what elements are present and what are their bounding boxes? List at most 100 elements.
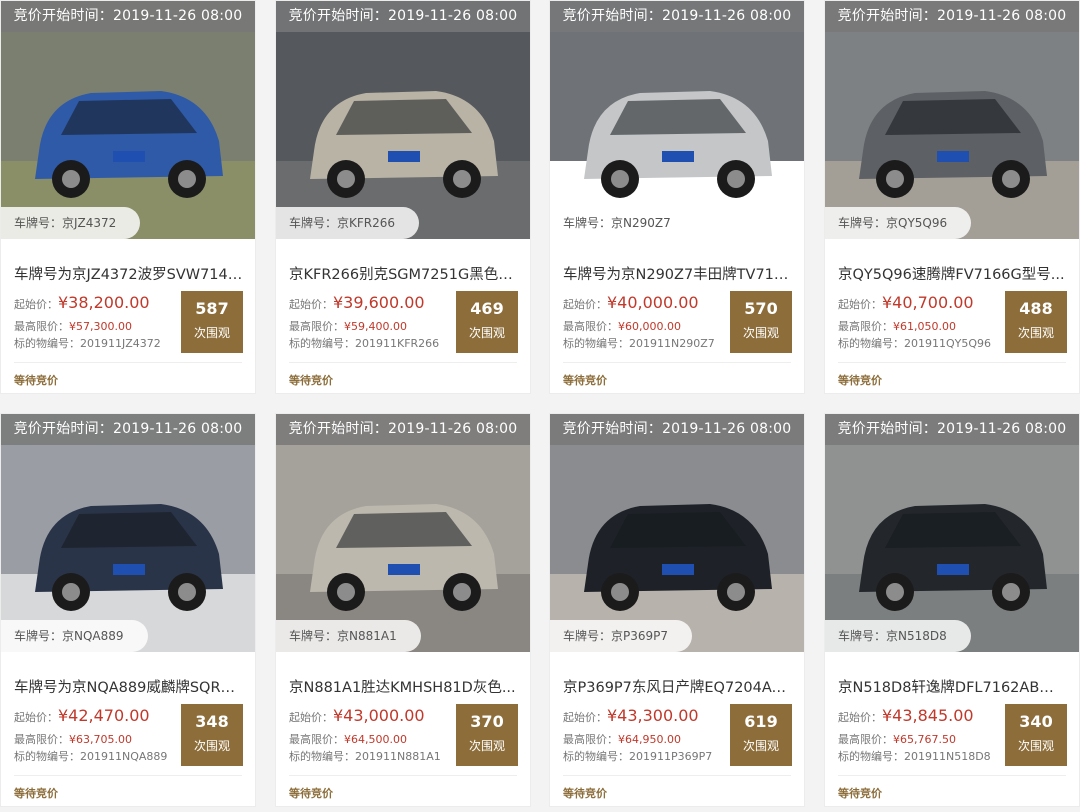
auction-card[interactable]: 竞价开始时间：2019-11-26 08:00 车牌号：京N881A1 京N88… (275, 413, 531, 807)
auction-card[interactable]: 竞价开始时间：2019-11-26 08:00 车牌号：京N290Z7 车牌号为… (549, 0, 805, 394)
view-count-badge[interactable]: 469 次围观 (456, 291, 518, 353)
max-price-line: 最高限价：¥64,950.00 (563, 731, 681, 747)
lot-number-label: 标的物编号： (14, 337, 80, 350)
view-count-badge[interactable]: 370 次围观 (456, 704, 518, 766)
max-price-line: 最高限价：¥61,050.00 (838, 318, 956, 334)
auction-status: 等待竞价 (563, 374, 607, 387)
view-count-label: 次围观 (193, 739, 230, 753)
start-price-line: 起始价：¥43,000.00 (289, 706, 425, 725)
start-price-label: 起始价： (14, 711, 58, 724)
auction-card[interactable]: 竞价开始时间：2019-11-26 08:00 车牌号：京QY5Q96 京QY5… (824, 0, 1080, 394)
start-price-value: ¥43,000.00 (333, 706, 425, 725)
divider (289, 775, 517, 776)
auction-start-time: 竞价开始时间：2019-11-26 08:00 (825, 1, 1079, 32)
view-count-label: 次围观 (742, 739, 779, 753)
car-photo[interactable] (550, 414, 804, 652)
vehicle-title[interactable]: 车牌号为京N290Z7丰田牌TV716... (563, 263, 792, 284)
auction-start-time: 竞价开始时间：2019-11-26 08:00 (550, 414, 804, 445)
max-price-line: 最高限价：¥65,767.50 (838, 731, 956, 747)
auction-card[interactable]: 竞价开始时间：2019-11-26 08:00 车牌号：京NQA889 车牌号为… (0, 413, 256, 807)
vehicle-title[interactable]: 京P369P7东风日产牌EQ7204AC... (563, 676, 792, 697)
view-count: 587 (195, 299, 229, 318)
lot-number-line: 标的物编号：201911N881A1 (289, 748, 441, 764)
max-price-line: 最高限价：¥64,500.00 (289, 731, 407, 747)
auction-card[interactable]: 竞价开始时间：2019-11-26 08:00 车牌号：京JZ4372 车牌号为… (0, 0, 256, 394)
view-count-badge[interactable]: 340 次围观 (1005, 704, 1067, 766)
auction-card[interactable]: 竞价开始时间：2019-11-26 08:00 车牌号：京KFR266 京KFR… (275, 0, 531, 394)
auction-status: 等待竞价 (14, 787, 58, 800)
auction-status: 等待竞价 (838, 787, 882, 800)
vehicle-title[interactable]: 京QY5Q96速腾牌FV7166G型号... (838, 263, 1067, 284)
lot-number-value: 201911JZ4372 (80, 337, 161, 350)
lot-number-value: 201911N518D8 (904, 750, 991, 763)
vehicle-title[interactable]: 京KFR266别克SGM7251G黑色小... (289, 263, 518, 284)
view-count-badge[interactable]: 348 次围观 (181, 704, 243, 766)
view-count: 619 (744, 712, 778, 731)
view-count: 340 (1019, 712, 1053, 731)
view-count: 370 (470, 712, 504, 731)
max-price-value: ¥57,300.00 (69, 320, 132, 333)
auction-start-time: 竞价开始时间：2019-11-26 08:00 (825, 414, 1079, 445)
view-count-label: 次围观 (1017, 739, 1054, 753)
view-count-badge[interactable]: 619 次围观 (730, 704, 792, 766)
view-count-badge[interactable]: 587 次围观 (181, 291, 243, 353)
auction-card[interactable]: 竞价开始时间：2019-11-26 08:00 车牌号：京N518D8 京N51… (824, 413, 1080, 807)
view-count-badge[interactable]: 570 次围观 (730, 291, 792, 353)
max-price-label: 最高限价： (289, 733, 344, 746)
max-price-line: 最高限价：¥60,000.00 (563, 318, 681, 334)
auction-status: 等待竞价 (838, 374, 882, 387)
auction-start-time: 竞价开始时间：2019-11-26 08:00 (550, 1, 804, 32)
plate-number-tag: 车牌号：京NQA889 (1, 620, 148, 652)
lot-number-line: 标的物编号：201911N518D8 (838, 748, 991, 764)
car-photo[interactable] (1, 1, 255, 239)
auction-start-time: 竞价开始时间：2019-11-26 08:00 (1, 1, 255, 32)
start-price-label: 起始价： (14, 298, 58, 311)
auction-card[interactable]: 竞价开始时间：2019-11-26 08:00 车牌号：京P369P7 京P36… (549, 413, 805, 807)
divider (14, 775, 242, 776)
car-photo[interactable] (825, 1, 1079, 239)
plate-number-tag: 车牌号：京P369P7 (550, 620, 693, 652)
lot-number-line: 标的物编号：201911KFR266 (289, 335, 439, 351)
car-photo[interactable] (276, 414, 530, 652)
start-price-value: ¥43,845.00 (882, 706, 974, 725)
auction-status: 等待竞价 (289, 787, 333, 800)
divider (563, 362, 791, 363)
start-price-value: ¥40,700.00 (882, 293, 974, 312)
max-price-label: 最高限价： (14, 320, 69, 333)
start-price-line: 起始价：¥40,000.00 (563, 293, 699, 312)
max-price-value: ¥59,400.00 (344, 320, 407, 333)
auction-start-time: 竞价开始时间：2019-11-26 08:00 (1, 414, 255, 445)
view-count-label: 次围观 (468, 326, 505, 340)
divider (838, 775, 1066, 776)
car-photo[interactable] (550, 1, 804, 239)
start-price-label: 起始价： (289, 298, 333, 311)
divider (838, 362, 1066, 363)
view-count-badge[interactable]: 488 次围观 (1005, 291, 1067, 353)
start-price-line: 起始价：¥42,470.00 (14, 706, 150, 725)
car-photo[interactable] (825, 414, 1079, 652)
lot-number-line: 标的物编号：201911N290Z7 (563, 335, 715, 351)
view-count: 488 (1019, 299, 1053, 318)
car-photo[interactable] (1, 414, 255, 652)
max-price-label: 最高限价： (14, 733, 69, 746)
start-price-value: ¥43,300.00 (607, 706, 699, 725)
lot-number-label: 标的物编号： (563, 750, 629, 763)
max-price-line: 最高限价：¥63,705.00 (14, 731, 132, 747)
vehicle-title[interactable]: 京N518D8轩逸牌DFL7162AB黑... (838, 676, 1067, 697)
plate-number-tag: 车牌号：京QY5Q96 (825, 207, 972, 239)
max-price-label: 最高限价： (838, 733, 893, 746)
lot-number-value: 201911QY5Q96 (904, 337, 992, 350)
lot-number-value: 201911N881A1 (355, 750, 441, 763)
car-photo[interactable] (276, 1, 530, 239)
view-count-label: 次围观 (468, 739, 505, 753)
view-count-label: 次围观 (193, 326, 230, 340)
vehicle-title[interactable]: 车牌号为京JZ4372波罗SVW7144... (14, 263, 243, 284)
vehicle-title[interactable]: 车牌号为京NQA889威麟牌SQR6... (14, 676, 243, 697)
max-price-value: ¥64,500.00 (344, 733, 407, 746)
start-price-value: ¥39,600.00 (333, 293, 425, 312)
auction-status: 等待竞价 (563, 787, 607, 800)
start-price-label: 起始价： (563, 711, 607, 724)
vehicle-title[interactable]: 京N881A1胜达KMHSH81D灰色... (289, 676, 518, 697)
max-price-value: ¥65,767.50 (893, 733, 956, 746)
start-price-value: ¥42,470.00 (58, 706, 150, 725)
